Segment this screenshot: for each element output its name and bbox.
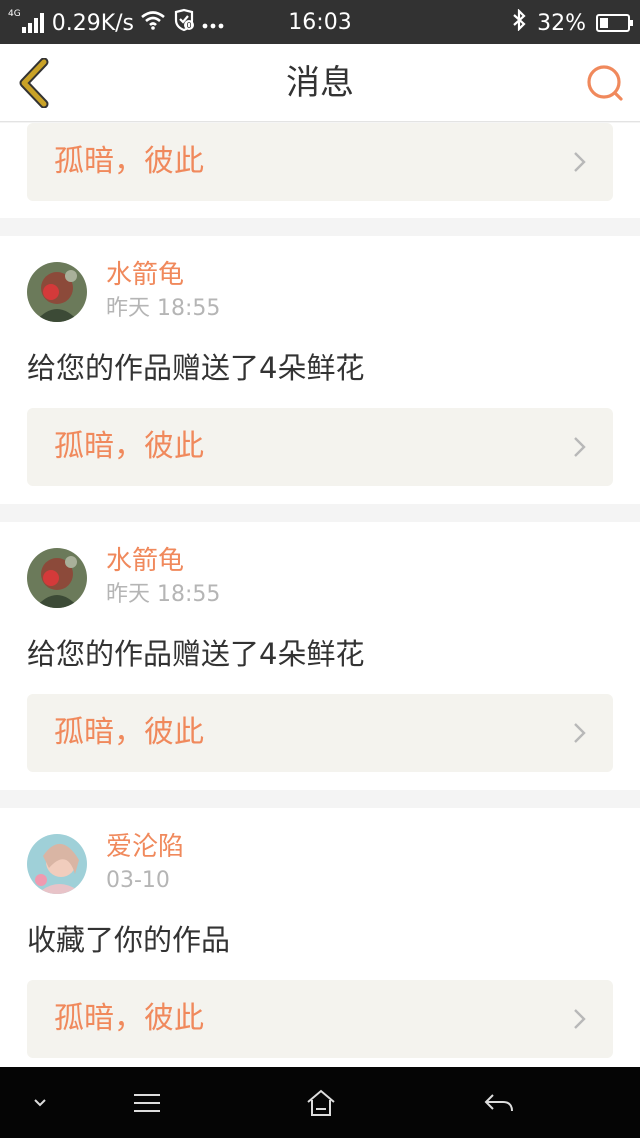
message-text: 收藏了你的作品 <box>27 923 231 957</box>
work-link[interactable]: 孤暗，彼此 <box>27 123 613 201</box>
user-row: 水箭龟 昨天 18:55 <box>27 546 613 609</box>
message-card: 孤暗，彼此 <box>0 123 640 218</box>
collapse-button[interactable] <box>20 1067 60 1138</box>
work-title: 孤暗，彼此 <box>54 144 204 179</box>
user-meta: 水箭龟 昨天 18:55 <box>106 260 221 323</box>
back-arrow-icon <box>484 1093 513 1111</box>
timestamp: 昨天 18:55 <box>106 582 221 607</box>
user-row: 爱沦陷 03-10 <box>27 832 613 895</box>
home-icon <box>307 1089 335 1116</box>
username[interactable]: 水箭龟 <box>106 258 220 292</box>
message-text: 给您的作品赠送了4朵鲜花 <box>27 637 365 671</box>
status-right: 32% <box>511 8 633 38</box>
message-card: 爱沦陷 03-10 收藏了你的作品 孤暗，彼此 <box>0 808 640 1067</box>
page-title: 消息 <box>286 63 354 103</box>
battery-percent: 32% <box>537 10 586 36</box>
avatar[interactable] <box>27 834 87 894</box>
search-icon <box>587 65 623 101</box>
timestamp: 昨天 18:55 <box>106 296 221 321</box>
home-button[interactable] <box>296 1067 346 1138</box>
work-link[interactable]: 孤暗，彼此 <box>27 980 613 1058</box>
chevron-right-icon <box>574 1009 586 1029</box>
menu-icon <box>134 1093 160 1112</box>
user-row: 水箭龟 昨天 18:55 <box>27 260 613 323</box>
timestamp: 03-10 <box>106 868 170 893</box>
search-button[interactable] <box>584 62 626 104</box>
chevron-right-icon <box>574 437 586 457</box>
user-meta: 水箭龟 昨天 18:55 <box>106 546 221 609</box>
work-title: 孤暗，彼此 <box>54 429 204 464</box>
user-meta: 爱沦陷 03-10 <box>106 832 184 895</box>
message-card: 水箭龟 昨天 18:55 给您的作品赠送了4朵鲜花 孤暗，彼此 <box>0 522 640 790</box>
username[interactable]: 爱沦陷 <box>106 830 184 864</box>
system-nav-bar <box>0 1067 640 1138</box>
message-feed[interactable]: 孤暗，彼此 水箭龟 昨天 18:55 给您的作品赠送了4朵鲜花 孤暗，彼此 水箭… <box>0 123 640 1067</box>
menu-button[interactable] <box>122 1067 172 1138</box>
work-link[interactable]: 孤暗，彼此 <box>27 408 613 486</box>
app-header: 消息 <box>0 44 640 122</box>
chevron-right-icon <box>574 723 586 743</box>
message-text: 给您的作品赠送了4朵鲜花 <box>27 351 365 385</box>
chevron-right-icon <box>574 152 586 172</box>
status-bar: 4G 0.29K/s 0 16:03 32% <box>0 0 640 44</box>
username[interactable]: 水箭龟 <box>106 544 220 578</box>
work-title: 孤暗，彼此 <box>54 1001 204 1036</box>
battery-icon <box>596 14 633 32</box>
work-link[interactable]: 孤暗，彼此 <box>27 694 613 772</box>
message-card: 水箭龟 昨天 18:55 给您的作品赠送了4朵鲜花 孤暗，彼此 <box>0 236 640 504</box>
avatar[interactable] <box>27 262 87 322</box>
back-nav-button[interactable] <box>472 1067 526 1138</box>
messages-screen: 4G 0.29K/s 0 16:03 32% 消息 孤暗，彼此 水箭龟 昨天 1… <box>0 0 640 1138</box>
bluetooth-icon <box>511 8 527 37</box>
collapse-down-icon <box>34 1098 46 1106</box>
avatar[interactable] <box>27 548 87 608</box>
work-title: 孤暗，彼此 <box>54 715 204 750</box>
